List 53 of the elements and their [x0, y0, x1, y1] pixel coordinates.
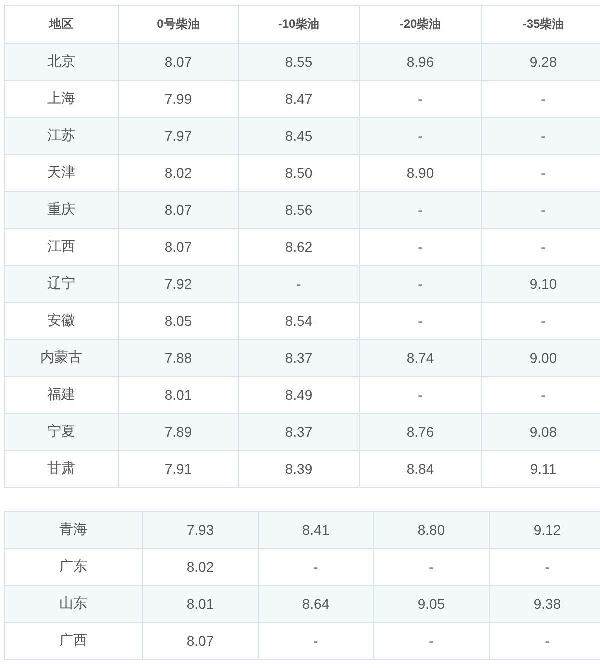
table-cell: 辽宁: [4, 266, 118, 302]
table-cell: 8.39: [238, 450, 360, 488]
column-header: 0号柴油: [118, 6, 238, 44]
table-cell: 宁夏: [4, 414, 118, 450]
table-cell: 8.96: [360, 44, 482, 80]
column-header: -20柴油: [360, 6, 482, 44]
table-cell: -: [258, 622, 374, 660]
table-cell: -: [238, 266, 360, 302]
table-cell: 8.37: [238, 414, 360, 450]
table-cell: 8.07: [142, 622, 258, 660]
table-cell: 8.07: [118, 192, 238, 228]
table-cell: -: [374, 622, 490, 660]
table-cell: 8.84: [360, 450, 482, 488]
column-header: -35柴油: [482, 6, 600, 44]
table-cell: 北京: [4, 44, 118, 80]
table-cell: 9.05: [374, 586, 490, 622]
table-cell: -: [482, 118, 600, 154]
table-cell: 青海: [4, 512, 142, 548]
table-cell: 8.37: [238, 340, 360, 376]
table-cell: 江苏: [4, 118, 118, 154]
table-cell: -: [360, 118, 482, 154]
table-cell: 甘肃: [4, 450, 118, 488]
table-cell: 7.92: [118, 266, 238, 302]
table-cell: 7.97: [118, 118, 238, 154]
table-cell: 8.55: [238, 44, 360, 80]
table-cell: 9.28: [482, 44, 600, 80]
table-cell: 8.45: [238, 118, 360, 154]
table-cell: 广西: [4, 622, 142, 660]
table-cell: 8.01: [142, 586, 258, 622]
table-cell: -: [360, 192, 482, 228]
table-cell: 8.64: [258, 586, 374, 622]
table-cell: 8.41: [258, 512, 374, 548]
table-cell: 7.91: [118, 450, 238, 488]
table-cell: -: [482, 192, 600, 228]
table-cell: 9.00: [482, 340, 600, 376]
table-cell: 内蒙古: [4, 340, 118, 376]
table-cell: 9.12: [490, 512, 600, 548]
table-cell: 9.38: [490, 586, 600, 622]
table-cell: 8.07: [118, 44, 238, 80]
table-cell: 8.80: [374, 512, 490, 548]
table-cell: 8.56: [238, 192, 360, 228]
table-cell: 9.08: [482, 414, 600, 450]
table-cell: 9.10: [482, 266, 600, 302]
table-cell: 山东: [4, 586, 142, 622]
table-cell: 7.89: [118, 414, 238, 450]
table-cell: 7.93: [142, 512, 258, 548]
table-cell: 8.74: [360, 340, 482, 376]
table-cell: -: [360, 266, 482, 302]
table-cell: 8.76: [360, 414, 482, 450]
column-header: 地区: [4, 6, 118, 44]
table-cell: 重庆: [4, 192, 118, 228]
column-header: -10柴油: [238, 6, 360, 44]
table-cell: 7.88: [118, 340, 238, 376]
